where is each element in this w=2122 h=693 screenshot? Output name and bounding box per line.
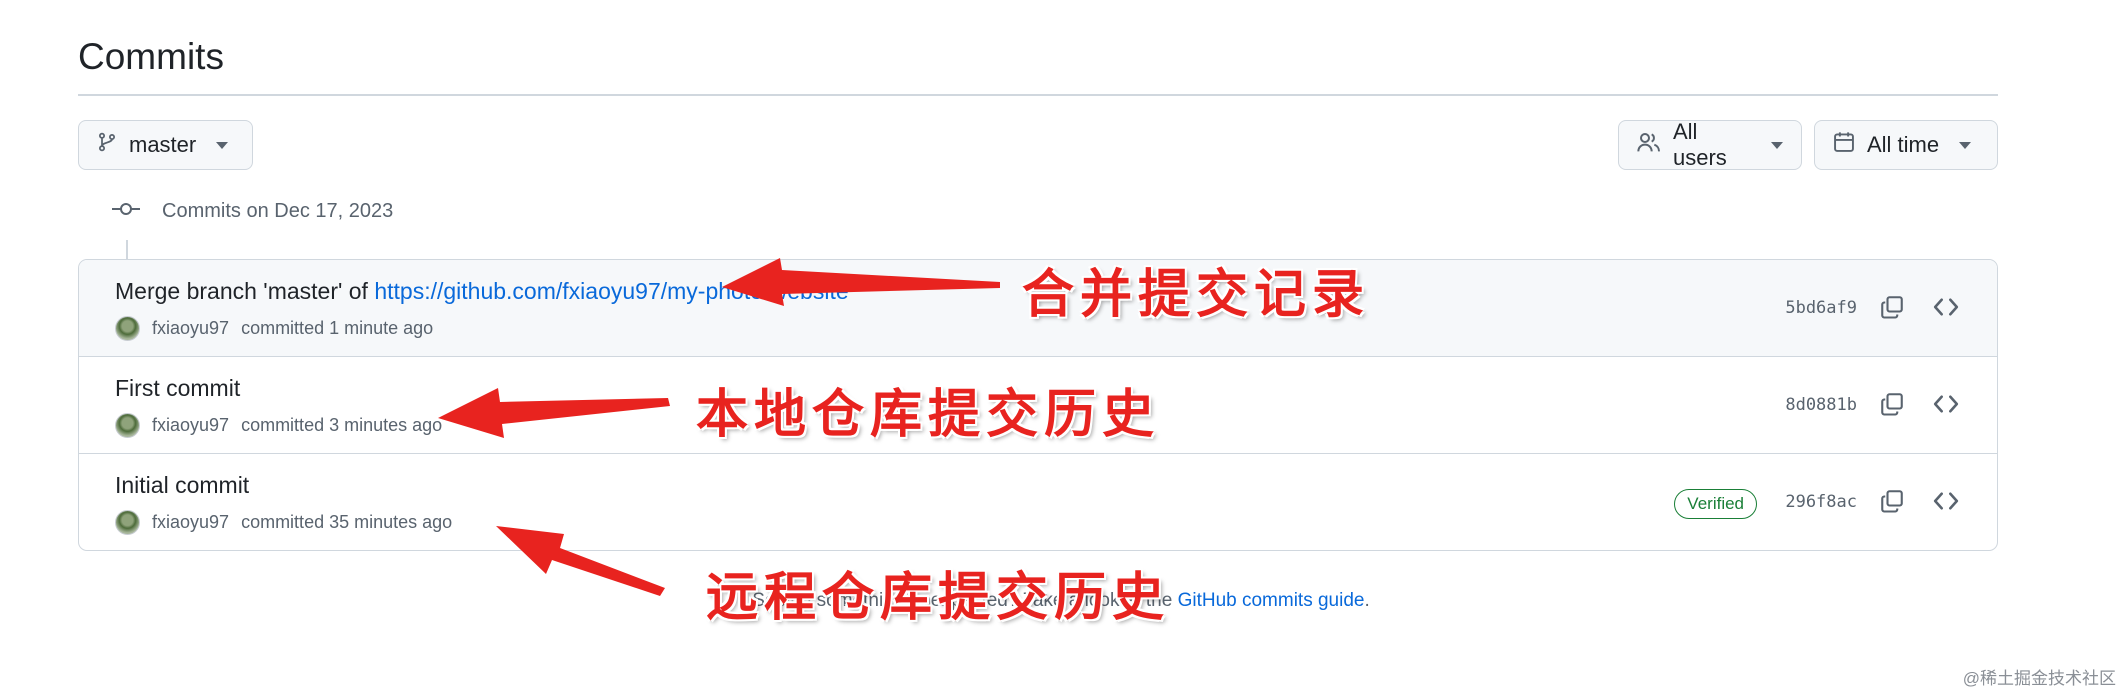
copy-icon (1880, 295, 1904, 324)
commit-message[interactable]: First commit (115, 375, 240, 402)
branch-label: master (129, 132, 197, 157)
commit-group-header: Commits on Dec 17, 2023 (112, 200, 393, 223)
title-divider (78, 94, 1998, 96)
branch-select-button[interactable]: master (78, 120, 253, 170)
timeline-connector (126, 240, 128, 260)
time-filter-label: All time (1867, 132, 1940, 157)
annotation-merge-commit: 合并提交记录 (1022, 264, 1371, 325)
annotation-remote-history: 远程仓库提交历史 (706, 567, 1171, 628)
copy-icon (1880, 392, 1904, 421)
copy-sha-button[interactable] (1875, 486, 1909, 520)
people-icon (1637, 131, 1661, 159)
browse-files-button[interactable] (1929, 486, 1963, 520)
commit-sha-link[interactable]: 8d0881b (1785, 395, 1857, 415)
chevron-down-icon (1959, 141, 1972, 149)
time-filter-button[interactable]: All time (1814, 120, 1998, 170)
watermark: @稀土掘金技术社区 (1962, 669, 2116, 688)
commits-guide-link[interactable]: GitHub commits guide (1178, 590, 1365, 611)
users-filter-button[interactable]: All users (1618, 119, 1802, 170)
commit-message-text[interactable]: Merge branch 'master' of (115, 278, 374, 304)
commit-message[interactable]: Initial commit (115, 472, 249, 499)
copy-sha-button[interactable] (1875, 292, 1909, 326)
code-icon (1933, 393, 1959, 420)
code-icon (1933, 296, 1959, 323)
footer-end: . (1364, 590, 1370, 611)
commit-author[interactable]: fxiaoyu97 (152, 415, 229, 436)
commit-meta: fxiaoyu97 committed 1 minute ago (115, 316, 433, 341)
commit-sha-link[interactable]: 296f8ac (1785, 492, 1857, 512)
avatar[interactable] (115, 316, 140, 341)
browse-files-button[interactable] (1929, 292, 1963, 326)
commit-row: Initial commit fxiaoyu97 committed 35 mi… (79, 454, 1997, 550)
users-filter-label: All users (1673, 119, 1727, 170)
verified-badge[interactable]: Verified (1674, 489, 1757, 519)
commit-author[interactable]: fxiaoyu97 (152, 512, 229, 533)
commit-author[interactable]: fxiaoyu97 (152, 318, 229, 339)
commit-time: committed 35 minutes ago (241, 512, 453, 532)
calendar-icon (1833, 131, 1855, 159)
copy-icon (1880, 489, 1904, 518)
commit-message-link[interactable]: https://github.com/fxiaoyu97/my-photo-we… (374, 278, 848, 304)
page-title: Commits (78, 36, 224, 77)
commit-sha-link[interactable]: 5bd6af9 (1785, 298, 1857, 318)
copy-sha-button[interactable] (1875, 389, 1909, 423)
avatar[interactable] (115, 510, 140, 535)
chevron-down-icon (216, 141, 229, 149)
code-icon (1933, 490, 1959, 517)
git-commit-icon (112, 200, 140, 223)
git-branch-icon (97, 131, 117, 159)
chevron-down-icon (1771, 141, 1783, 149)
browse-files-button[interactable] (1929, 389, 1963, 423)
commit-meta: fxiaoyu97 committed 3 minutes ago (115, 413, 442, 438)
commit-time: committed 1 minute ago (241, 318, 434, 338)
annotation-local-history: 本地仓库提交历史 (696, 384, 1161, 445)
commit-group-date: Commits on Dec 17, 2023 (162, 200, 394, 222)
commit-meta: fxiaoyu97 committed 35 minutes ago (115, 510, 452, 535)
commit-message[interactable]: Merge branch 'master' of https://github.… (115, 278, 849, 305)
avatar[interactable] (115, 413, 140, 438)
commit-time: committed 3 minutes ago (241, 415, 443, 435)
